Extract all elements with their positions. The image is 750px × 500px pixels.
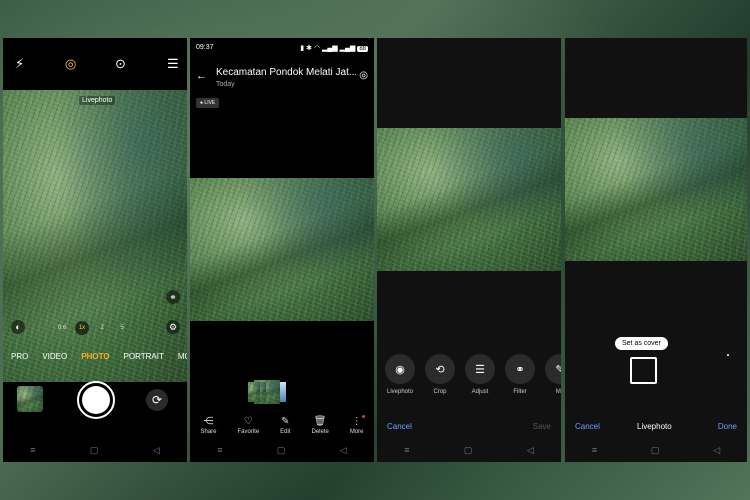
camera-top-bar: ⚡︎ ◎ ⊙ ☰ <box>3 38 187 90</box>
pencil-icon: ✎ <box>281 416 290 427</box>
livephoto-label: Livephoto <box>79 96 116 105</box>
nav-menu-icon[interactable]: ≡ <box>404 445 409 456</box>
gallery-screen: 09:37 ▮ ✱ ◠ ▂▄▆ ▂▄▆ 88 ← Kecamatan Pondo… <box>190 38 374 462</box>
frame-selector[interactable] <box>630 357 657 384</box>
lens-icon[interactable]: ⊙ <box>115 56 126 72</box>
edit-screen: ◉Livephoto ⟲Crop ☰Adjust ⚭Filter ✎Ma Can… <box>377 38 561 462</box>
edit-preview[interactable] <box>377 128 561 271</box>
more-button[interactable]: ⋮ More <box>350 415 366 435</box>
tool-livephoto[interactable]: ◉ Livephoto <box>385 354 415 395</box>
zoom-selector: 0.6 1x 2 5 <box>55 321 129 335</box>
nav-home-icon[interactable]: ▢ <box>651 445 660 456</box>
nav-home-icon[interactable]: ▢ <box>277 445 286 456</box>
status-icons: ▮ ✱ ◠ ▂▄▆ ▂▄▆ 88 <box>300 45 368 52</box>
tool-filter[interactable]: ⚭ Filter <box>505 354 535 395</box>
status-bar: 09:37 ▮ ✱ ◠ ▂▄▆ ▂▄▆ 88 <box>196 44 368 52</box>
gallery-thumbnail[interactable] <box>17 386 43 412</box>
share-button[interactable]: ⋲ Share <box>200 416 216 435</box>
settings-icon[interactable]: ⚙ <box>166 320 180 334</box>
nav-home-icon[interactable]: ▢ <box>464 445 473 456</box>
tool-markup[interactable]: ✎Ma <box>545 354 561 395</box>
set-as-cover-button[interactable]: Set as cover <box>615 337 668 350</box>
camera-modes: PRO VIDEO PHOTO PORTRAIT MO <box>3 352 187 361</box>
photo-date: Today <box>216 81 235 88</box>
keyframe-dot <box>727 354 729 356</box>
thumbnail-strip <box>248 380 286 404</box>
system-nav-bar: ≡ ▢ ◁ <box>190 445 374 456</box>
screen-title: Livephoto <box>637 422 672 431</box>
mode-photo[interactable]: PHOTO <box>81 352 109 361</box>
zoom-option[interactable]: 2 <box>95 321 109 335</box>
cover-preview <box>565 118 747 261</box>
favorite-button[interactable]: ♡ Favorite <box>237 416 259 435</box>
photo-location-title: Kecamatan Pondok Melati Jat... <box>216 67 356 78</box>
nav-menu-icon[interactable]: ≡ <box>217 445 222 456</box>
heart-icon: ♡ <box>243 416 253 427</box>
photo-view[interactable] <box>190 178 374 321</box>
camera-viewfinder[interactable] <box>3 90 187 382</box>
tool-crop[interactable]: ⟲ Crop <box>425 354 455 395</box>
beauty-icon[interactable]: ◐ <box>11 320 25 334</box>
nav-home-icon[interactable]: ▢ <box>90 445 99 456</box>
zoom-option[interactable]: 0.6 <box>55 321 69 335</box>
nav-back-icon[interactable]: ◁ <box>527 445 534 456</box>
mode-pro[interactable]: PRO <box>11 352 28 361</box>
trash-icon: 🗑︎ <box>313 416 327 427</box>
nav-menu-icon[interactable]: ≡ <box>592 445 597 456</box>
save-button[interactable]: Save <box>533 422 551 431</box>
menu-icon[interactable]: ☰ <box>167 56 179 72</box>
crop-rotate-icon: ⟲ <box>425 354 455 384</box>
clock: 09:37 <box>196 44 214 51</box>
delete-button[interactable]: 🗑︎ Delete <box>311 416 328 435</box>
flash-off-icon[interactable]: ⚡︎ <box>15 56 24 72</box>
cancel-button[interactable]: Cancel <box>387 422 412 431</box>
markup-icon: ✎ <box>545 354 561 384</box>
zoom-option-active[interactable]: 1x <box>75 321 89 335</box>
system-nav-bar: ≡ ▢ ◁ <box>377 445 561 456</box>
zoom-option[interactable]: 5 <box>115 321 129 335</box>
battery-level: 88 <box>357 46 368 52</box>
sliders-icon: ☰ <box>465 354 495 384</box>
nav-back-icon[interactable]: ◁ <box>713 445 720 456</box>
live-badge: ● LIVE <box>196 98 220 108</box>
system-nav-bar: ≡ ▢ ◁ <box>3 445 187 456</box>
flip-camera-icon[interactable]: ⟳ <box>146 389 168 411</box>
edit-tools: ◉Livephoto ⟲Crop ☰Adjust ⚭Filter ✎Ma <box>385 354 561 395</box>
more-icon: ⋮ <box>351 416 362 427</box>
livephoto-icon[interactable]: ◎ <box>359 70 368 81</box>
photo-actions: ⋲ Share ♡ Favorite ✎ Edit 🗑︎ Delete ⋮ More <box>190 415 374 435</box>
thumbnail[interactable] <box>248 382 260 402</box>
nav-menu-icon[interactable]: ≡ <box>30 445 35 456</box>
done-button[interactable]: Done <box>718 422 737 431</box>
tool-adjust[interactable]: ☰ Adjust <box>465 354 495 395</box>
system-nav-bar: ≡ ▢ ◁ <box>565 445 747 456</box>
mode-more[interactable]: MO <box>178 352 187 361</box>
livephoto-icon: ◉ <box>385 354 415 384</box>
livephoto-cover-screen: Set as cover Cancel Livephoto Done ≡ ▢ ◁ <box>565 38 747 462</box>
livephoto-toggle-icon[interactable]: ◎ <box>65 56 76 72</box>
shutter-button[interactable] <box>77 381 115 419</box>
notification-dot <box>362 415 366 418</box>
share-icon: ⋲ <box>203 416 214 427</box>
nav-back-icon[interactable]: ◁ <box>340 445 347 456</box>
cancel-button[interactable]: Cancel <box>575 422 600 431</box>
filter-icon[interactable]: ⚭ <box>166 290 180 304</box>
nav-back-icon[interactable]: ◁ <box>153 445 160 456</box>
edit-button[interactable]: ✎ Edit <box>280 416 290 435</box>
back-arrow-icon[interactable]: ← <box>196 70 207 82</box>
filter-icon: ⚭ <box>505 354 535 384</box>
camera-screen: ⚡︎ ◎ ⊙ ☰ Livephoto ⚭ ◐ ⚙ 0.6 1x 2 5 PRO … <box>3 38 187 462</box>
mode-portrait[interactable]: PORTRAIT <box>124 352 164 361</box>
mode-video[interactable]: VIDEO <box>42 352 67 361</box>
